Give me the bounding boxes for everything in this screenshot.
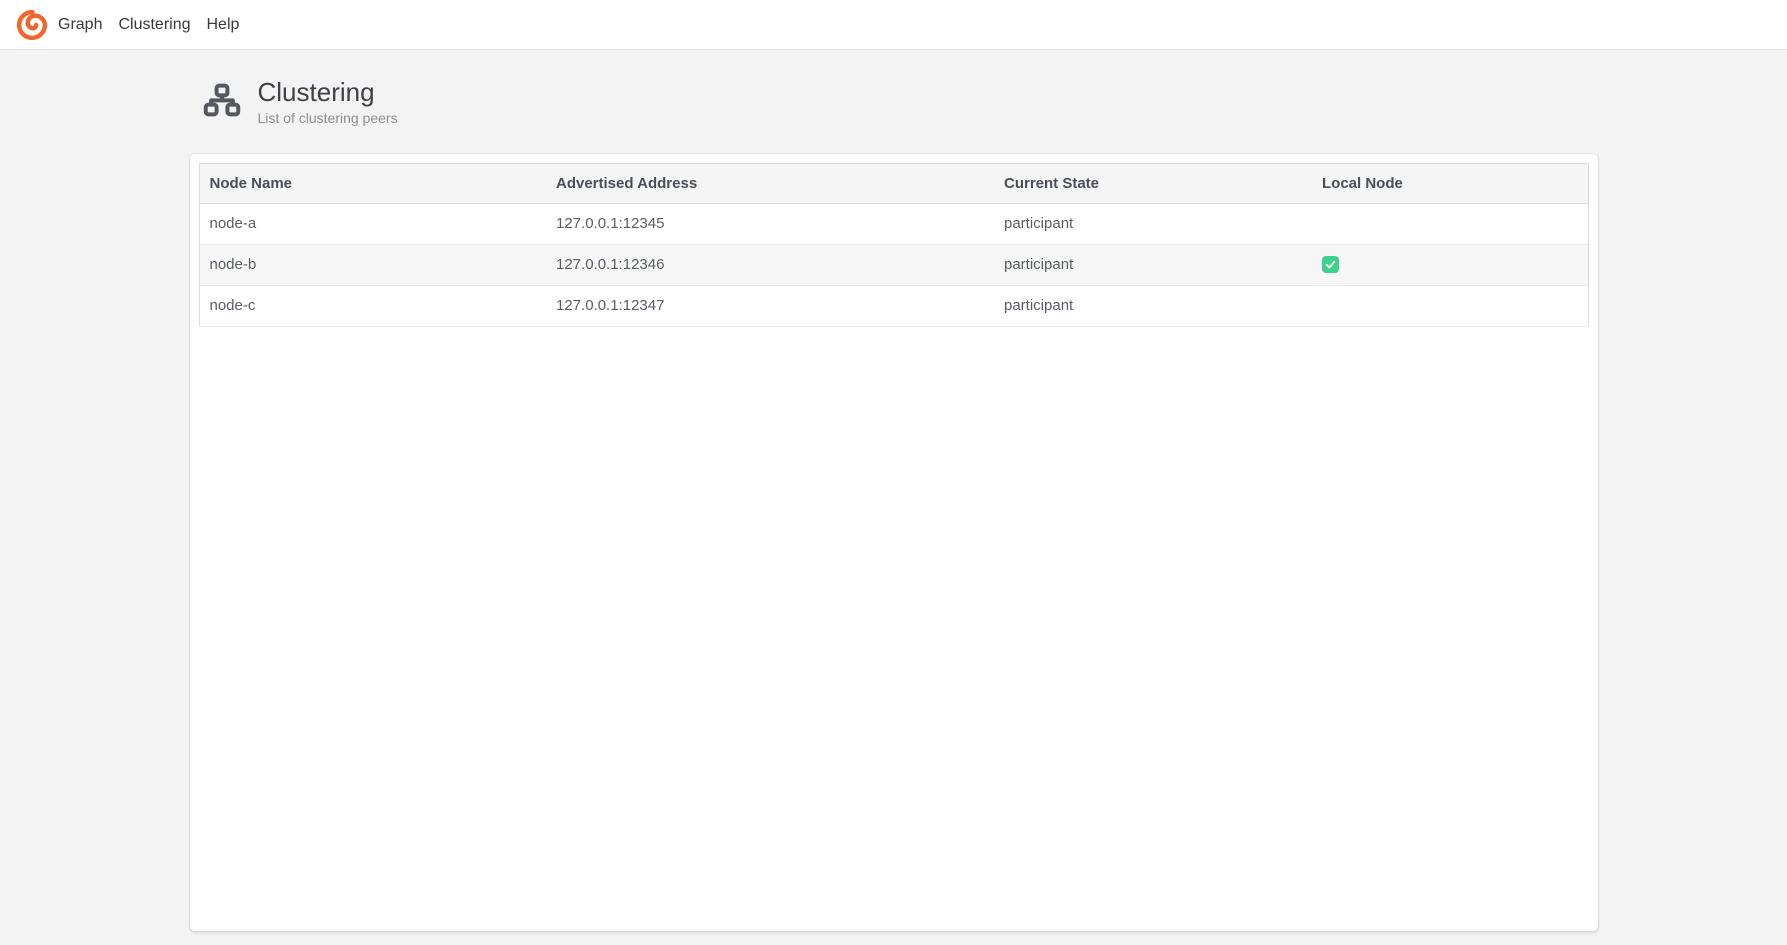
cell-node-name: node-c [199,285,546,326]
cell-node-name: node-b [199,244,546,285]
cell-local-node [1312,285,1588,326]
cell-local-node [1312,244,1588,285]
cell-current-state: participant [994,285,1312,326]
cell-current-state: participant [994,244,1312,285]
lan-network-icon [202,82,242,122]
app-logo[interactable] [16,9,48,41]
nav-item-graph[interactable]: Graph [50,0,110,50]
cell-node-name: node-a [199,203,546,244]
cell-advertised-address: 127.0.0.1:12347 [546,285,994,326]
page-header: Clustering List of clustering peers [190,78,1598,126]
nav-item-help[interactable]: Help [199,0,248,50]
swirl-logo-icon [16,9,48,41]
table-row-node-a: node-a 127.0.0.1:12345 participant [199,203,1588,244]
checkmark-icon [1324,258,1337,271]
table-row-node-b: node-b 127.0.0.1:12346 participant [199,244,1588,285]
column-header-current-state: Current State [994,163,1312,203]
column-header-node-name: Node Name [199,163,546,203]
main-content: Clustering List of clustering peers Node… [0,50,1787,931]
column-header-local-node: Local Node [1312,163,1588,203]
page-title: Clustering [258,78,398,107]
column-header-advertised-address: Advertised Address [546,163,994,203]
cell-local-node [1312,203,1588,244]
peers-table: Node Name Advertised Address Current Sta… [199,163,1589,327]
cell-current-state: participant [994,203,1312,244]
peers-card: Node Name Advertised Address Current Sta… [190,154,1598,931]
table-header-row: Node Name Advertised Address Current Sta… [199,163,1588,203]
top-navbar: Graph Clustering Help [0,0,1787,50]
clustering-header-icon [202,82,242,122]
cell-advertised-address: 127.0.0.1:12346 [546,244,994,285]
table-row-node-c: node-c 127.0.0.1:12347 participant [199,285,1588,326]
page-subtitle: List of clustering peers [258,110,398,126]
cell-advertised-address: 127.0.0.1:12345 [546,203,994,244]
nav-item-clustering[interactable]: Clustering [110,0,198,50]
local-node-checkbox[interactable] [1322,256,1339,273]
